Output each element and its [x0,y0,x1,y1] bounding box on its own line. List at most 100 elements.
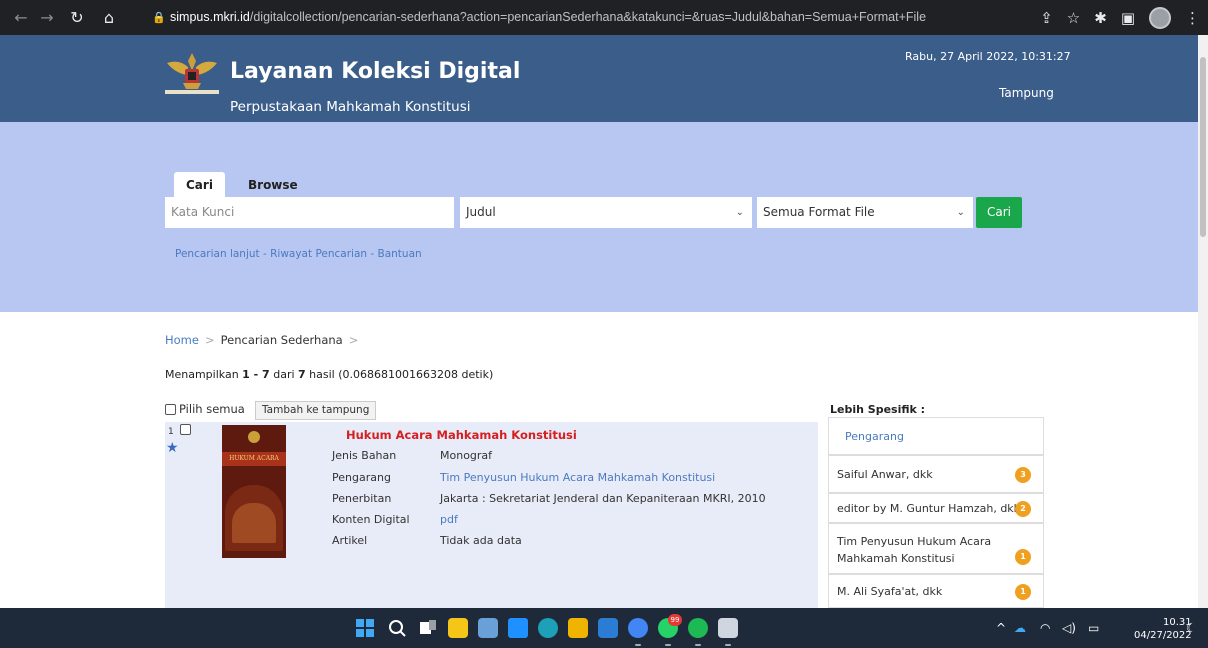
facet-item-label: Tim Penyusun Hukum Acara Mahkamah Konsti… [837,535,992,565]
facet-item[interactable]: editor by M. Guntur Hamzah, dkk 2 [828,493,1044,523]
result-checkbox[interactable] [180,424,191,435]
keyword-input[interactable]: Kata Kunci [165,197,454,228]
facet-item[interactable]: Saiful Anwar, dkk 3 [828,455,1044,493]
advanced-search-links[interactable]: Pencarian lanjut - Riwayat Pencarian - B… [175,248,422,260]
chevron-down-icon: ⌄ [956,207,965,218]
current-datetime: Rabu, 27 April 2022, 10:31:27 [905,50,1071,63]
tab-browse[interactable]: Browse [236,172,310,198]
browser-toolbar: ← → ↻ ⌂ 🔒 simpus.mkri.id/digitalcollecti… [0,0,1208,35]
tray-overflow-icon[interactable]: ^ [996,608,1006,648]
format-select-value: Semua Format File [763,205,875,219]
facet-count-badge: 3 [1015,467,1031,483]
extensions-icon[interactable]: ✱ [1094,9,1107,27]
windows-start-icon[interactable] [355,618,375,638]
bookmark-star-icon[interactable]: ☆ [1067,9,1080,27]
widgets-icon[interactable] [448,618,468,638]
results-summary: Menampilkan 1 - 7 dari 7 hasil (0.068681… [165,368,493,381]
garuda-logo-icon [165,53,219,94]
field-label: Jenis Bahan [332,449,397,462]
cover-title: HUKUM ACARA [222,452,286,466]
format-select[interactable]: Semua Format File ⌄ [757,197,973,228]
select-all-checkbox[interactable] [165,403,176,415]
address-bar[interactable]: 🔒 simpus.mkri.id/digitalcollection/penca… [152,4,1002,30]
menu-icon[interactable]: ⋮ [1185,9,1200,27]
windows-taskbar: 99 ^ ☁ ◠ ◁) ▭ 10.31 04/27/2022 ☾ [0,608,1208,648]
chrome-icon[interactable] [628,618,648,638]
battery-icon[interactable]: ▭ [1088,608,1099,648]
result-title[interactable]: Hukum Acara Mahkamah Konstitusi [346,428,577,442]
summary-total: 7 [298,368,306,381]
field-value: Tidak ada data [440,534,522,547]
mail-icon[interactable] [508,618,528,638]
wifi-icon[interactable]: ◠ [1040,608,1050,648]
facet-item[interactable]: M. Ali Syafa'at, dkk 1 [828,574,1044,608]
clock-time: 10.31 [1163,617,1192,628]
facet-item-label: Saiful Anwar, dkk [837,468,933,481]
running-indicator [635,644,641,646]
tab-cari[interactable]: Cari [174,172,225,198]
search-icon[interactable] [387,618,407,638]
summary-range: 1 - 7 [242,368,270,381]
back-icon[interactable]: ← [8,8,34,27]
scrollbar-thumb[interactable] [1200,57,1206,237]
book-cover-image[interactable]: HUKUM ACARA [222,425,286,558]
field-value: Monograf [440,449,493,462]
forward-icon[interactable]: → [34,8,60,27]
breadcrumb-separator: > [204,333,215,347]
select-all[interactable]: Pilih semua [165,402,245,416]
pdf-link[interactable]: pdf [440,513,458,526]
summary-suffix: hasil (0.068681001663208 detik) [305,368,494,381]
summary-middle: dari [269,368,299,381]
volume-icon[interactable]: ◁) [1062,608,1076,648]
facet-group-label: Pengarang [845,430,904,443]
cover-hall-inner [232,503,276,543]
share-icon[interactable]: ⇪ [1040,9,1053,27]
chevron-down-icon: ⌄ [735,207,744,218]
sidebar-icon[interactable]: ▣ [1121,9,1135,27]
page-scrollbar[interactable] [1198,35,1208,608]
file-explorer-icon[interactable] [568,618,588,638]
facet-item[interactable]: Tim Penyusun Hukum Acara Mahkamah Konsti… [828,523,1044,574]
field-value: Jakarta : Sekretariat Jenderal dan Kepan… [440,492,766,505]
author-link[interactable]: Tim Penyusun Hukum Acara Mahkamah Konsti… [440,471,715,484]
site-subtitle: Perpustakaan Mahkamah Konstitusi [230,99,471,115]
search-panel: Cari Browse Kata Kunci Judul ⌄ Semua For… [0,122,1198,312]
word-icon[interactable] [598,618,618,638]
breadcrumb-home[interactable]: Home [165,333,199,347]
onedrive-icon[interactable]: ☁ [1014,608,1026,648]
clock-date: 04/27/2022 [1134,630,1192,641]
running-indicator [725,644,731,646]
search-button[interactable]: Cari [976,197,1022,228]
site-title: Layanan Koleksi Digital [230,59,521,84]
taskbar-clock[interactable]: 10.31 04/27/2022 [1134,616,1192,642]
url-path: /digitalcollection/pencarian-sederhana?a… [249,10,927,24]
reload-icon[interactable]: ↻ [64,8,90,27]
photos-icon[interactable] [478,618,498,638]
url-host: simpus.mkri.id [170,10,250,24]
result-number: 1 [168,427,174,437]
home-icon[interactable]: ⌂ [96,8,122,27]
snipping-tool-icon[interactable] [718,618,738,638]
task-view-icon[interactable] [418,618,438,638]
cover-emblem [248,431,260,443]
select-all-label: Pilih semua [179,402,245,416]
field-label: Pengarang [332,471,391,484]
field-label: Konten Digital [332,513,410,526]
profile-avatar[interactable] [1149,6,1171,29]
edge-icon[interactable] [538,618,558,638]
lock-icon: 🔒 [152,11,166,24]
add-to-tampung-button[interactable]: Tambah ke tampung [255,401,377,420]
notifications-icon[interactable]: ☾ [1186,608,1197,648]
field-label: Penerbitan [332,492,392,505]
running-indicator [695,644,701,646]
field-select[interactable]: Judul ⌄ [460,197,752,228]
field-select-value: Judul [466,205,496,219]
facet-item-label: M. Ali Syafa'at, dkk [837,585,943,598]
summary-prefix: Menampilkan [165,368,243,381]
tampung-link[interactable]: Tampung [999,86,1054,100]
facet-heading: Lebih Spesifik : [830,403,926,416]
whatsapp-badge: 99 [668,614,682,626]
spotify-icon[interactable] [688,618,708,638]
facet-group-header[interactable]: Pengarang [828,417,1044,455]
star-icon[interactable]: ★ [166,440,179,456]
